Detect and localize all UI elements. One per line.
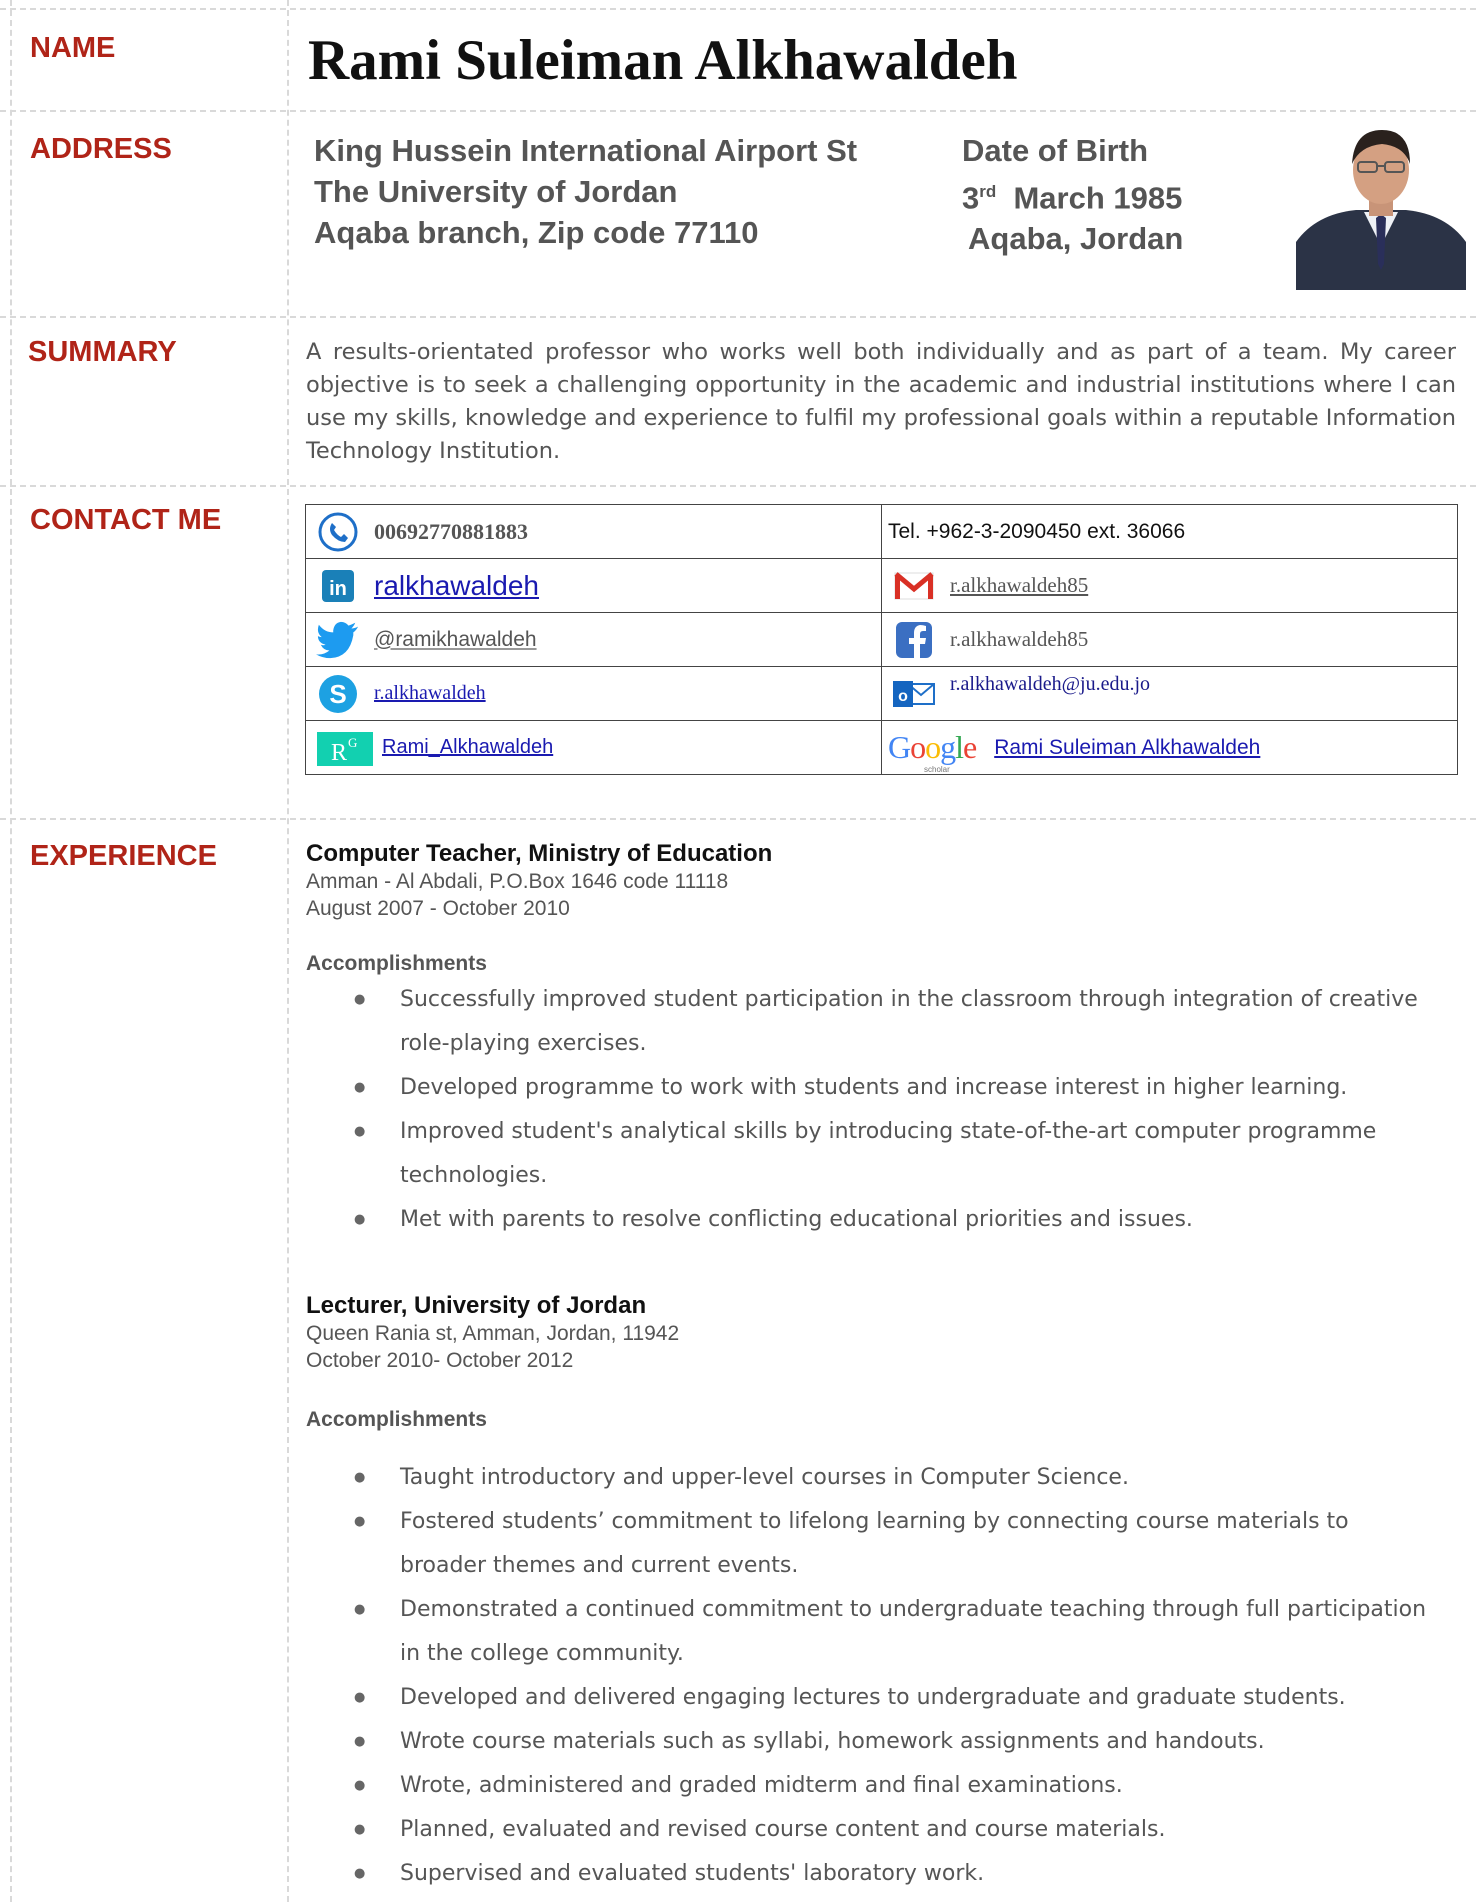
dob-month-year: March 1985 <box>1013 180 1183 216</box>
left-border <box>10 0 12 1902</box>
skype-icon: S <box>316 672 360 716</box>
gmail-icon <box>892 564 936 608</box>
scholar-subtext: scholar <box>924 765 950 774</box>
summary-label: SUMMARY <box>28 336 177 368</box>
dob-place: Aqaba, Jordan <box>968 221 1184 257</box>
contact-row: RG Rami_Alkhawaldeh Google scholar Rami … <box>305 720 1458 775</box>
svg-text:o: o <box>898 688 908 705</box>
contact-label: CONTACT ME <box>30 504 222 536</box>
linkedin-link[interactable]: ralkhawaldeh <box>374 570 539 602</box>
list-item: Improved student's analytical skills by … <box>354 1110 1440 1198</box>
row-divider <box>0 485 1476 487</box>
job-address: Queen Rania st, Amman, Jordan, 11942 <box>306 1322 680 1345</box>
job-dates: August 2007 - October 2010 <box>306 897 570 920</box>
list-item: Successfully improved student participat… <box>354 978 1440 1066</box>
row-divider <box>0 8 1476 10</box>
phone-number: 00692770881883 <box>374 518 528 544</box>
experience-label: EXPERIENCE <box>30 840 217 872</box>
skype-link[interactable]: r.alkhawaldeh <box>374 682 486 705</box>
contact-cell: Google scholar Rami Suleiman Alkhawaldeh <box>881 720 1458 775</box>
contact-cell: r.alkhawaldeh85 <box>881 558 1458 613</box>
dob-title: Date of Birth <box>962 133 1148 168</box>
contact-table: 00692770881883 Tel. +962-3-2090450 ext. … <box>305 504 1458 775</box>
researchgate-icon: RG <box>316 726 374 770</box>
contact-cell: Tel. +962-3-2090450 ext. 36066 <box>881 504 1458 559</box>
google-logo: Google <box>888 729 977 765</box>
outlook-email[interactable]: r.alkhawaldeh@ju.edu.jo <box>950 673 1150 696</box>
full-name: Rami Suleiman Alkhawaldeh <box>308 29 1018 92</box>
accomplishments-list: Taught introductory and upper-level cour… <box>306 1456 1456 1896</box>
list-item: Developed and delivered engaging lecture… <box>354 1676 1440 1720</box>
contact-cell: S r.alkhawaldeh <box>305 666 882 721</box>
row-divider <box>0 818 1476 820</box>
accomplishments-heading: Accomplishments <box>306 952 487 975</box>
experience-entry: Lecturer, University of Jordan Queen Ran… <box>306 1292 1456 1896</box>
dob-suffix: rd <box>979 182 997 201</box>
summary-text: A results-orientated professor who works… <box>306 339 1456 464</box>
list-item: Met with parents to resolve conflicting … <box>354 1198 1440 1242</box>
job-address: Amman - Al Abdali, P.O.Box 1646 code 111… <box>306 870 729 893</box>
google-scholar-icon: Google scholar <box>888 729 977 774</box>
facebook-icon <box>892 618 936 662</box>
list-item: Demonstrated a continued commitment to u… <box>354 1588 1440 1676</box>
contact-row: in ralkhawaldeh r.alkhawaldeh85 <box>305 558 1458 613</box>
phone-icon <box>316 510 360 554</box>
column-divider <box>287 0 289 1902</box>
svg-text:in: in <box>329 578 347 600</box>
contact-cell: 00692770881883 <box>305 504 882 559</box>
linkedin-icon: in <box>316 564 360 608</box>
contact-cell: r.alkhawaldeh85 <box>881 612 1458 667</box>
list-item: Developed programme to work with student… <box>354 1066 1440 1110</box>
twitter-icon <box>316 618 360 662</box>
accomplishments-heading: Accomplishments <box>306 1408 487 1431</box>
contact-cell: in ralkhawaldeh <box>305 558 882 613</box>
contact-cell: o r.alkhawaldeh@ju.edu.jo <box>881 666 1458 721</box>
row-divider <box>0 316 1476 318</box>
svg-text:S: S <box>329 679 346 709</box>
gmail-link[interactable]: r.alkhawaldeh85 <box>950 573 1088 598</box>
office-tel: Tel. +962-3-2090450 ext. 36066 <box>888 519 1186 543</box>
job-dates: October 2010- October 2012 <box>306 1349 574 1372</box>
svg-text:R: R <box>331 740 347 766</box>
name-label: NAME <box>30 32 116 64</box>
contact-row: S r.alkhawaldeh o r.alkhawaldeh@ju.edu.j… <box>305 666 1458 721</box>
address-line: The University of Jordan <box>314 174 678 209</box>
svg-text:G: G <box>348 735 357 750</box>
row-divider <box>0 110 1476 112</box>
scholar-link[interactable]: Rami Suleiman Alkhawaldeh <box>994 736 1260 760</box>
twitter-link[interactable]: @ramikhawaldeh <box>374 628 537 652</box>
contact-cell: RG Rami_Alkhawaldeh <box>305 720 882 775</box>
contact-row: 00692770881883 Tel. +962-3-2090450 ext. … <box>305 504 1458 559</box>
job-title: Computer Teacher, Ministry of Education <box>306 840 773 867</box>
list-item: Wrote course materials such as syllabi, … <box>354 1720 1440 1764</box>
outlook-icon: o <box>892 672 936 716</box>
job-title: Lecturer, University of Jordan <box>306 1292 647 1319</box>
address-line: King Hussein International Airport St <box>314 133 858 168</box>
list-item: Supervised and evaluated students' labor… <box>354 1852 1440 1896</box>
contact-row: @ramikhawaldeh r.alkhawaldeh85 <box>305 612 1458 667</box>
list-item: Taught introductory and upper-level cour… <box>354 1456 1440 1500</box>
profile-photo <box>1296 114 1466 290</box>
dob-day: 3 <box>962 180 980 216</box>
address-line: Aqaba branch, Zip code 77110 <box>314 215 759 250</box>
contact-cell: @ramikhawaldeh <box>305 612 882 667</box>
accomplishments-list: Successfully improved student participat… <box>306 978 1456 1242</box>
dob-date: 3rd March 1985 <box>962 171 1183 218</box>
address-block: King Hussein International Airport St Th… <box>314 130 857 253</box>
list-item: Planned, evaluated and revised course co… <box>354 1808 1440 1852</box>
facebook-handle[interactable]: r.alkhawaldeh85 <box>950 627 1088 652</box>
experience-entry: Computer Teacher, Ministry of Education … <box>306 840 1456 1242</box>
list-item: Fostered students’ commitment to lifelon… <box>354 1500 1440 1588</box>
researchgate-link[interactable]: Rami_Alkhawaldeh <box>382 736 553 759</box>
list-item: Wrote, administered and graded midterm a… <box>354 1764 1440 1808</box>
dob-block: Date of Birth 3rd March 1985 Aqaba, Jord… <box>962 130 1183 259</box>
address-label: ADDRESS <box>30 133 172 165</box>
